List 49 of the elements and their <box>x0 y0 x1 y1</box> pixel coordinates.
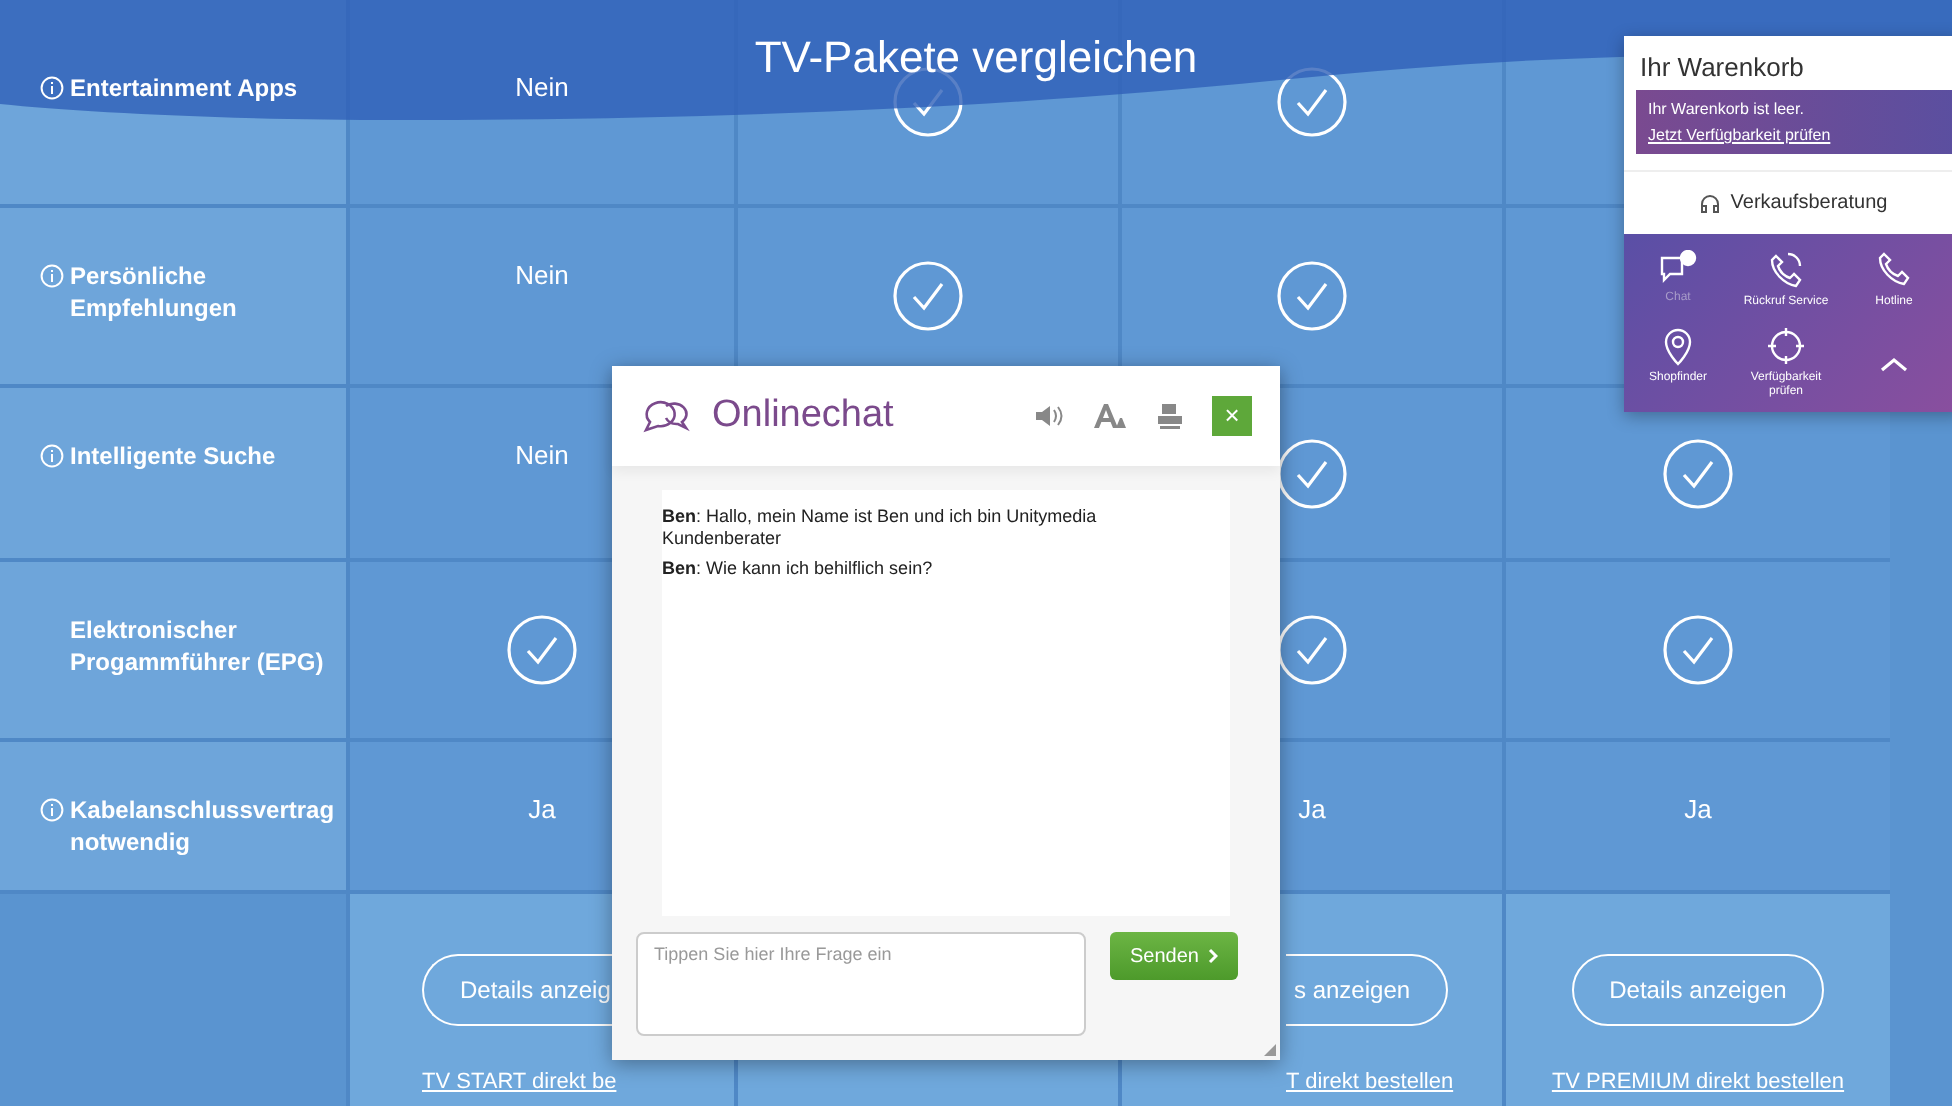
printer-icon[interactable] <box>1156 402 1184 430</box>
phone-icon <box>1768 250 1804 290</box>
details-button[interactable]: Details anzeigen <box>1571 953 1825 1025</box>
row-label: Intelligente Suche <box>70 440 276 472</box>
caret-up-icon[interactable] <box>1880 355 1908 371</box>
cell-value: Nein <box>515 440 569 470</box>
chat-message: Ben: Wie kann ich behilflich sein? <box>662 558 935 580</box>
info-icon[interactable] <box>40 444 64 468</box>
row-label: Persönliche Empfehlungen <box>70 260 239 324</box>
cart-title: Ihr Warenkorb <box>1638 50 1806 86</box>
font-size-icon[interactable] <box>1092 402 1128 430</box>
check-icon <box>892 260 964 332</box>
close-button[interactable]: × <box>1212 396 1252 436</box>
crosshair-icon <box>1766 326 1806 366</box>
headset-icon <box>1700 193 1721 213</box>
cell-value: Nein <box>515 260 569 290</box>
order-link[interactable]: T direkt bestellen <box>1286 1069 1454 1093</box>
check-icon <box>1662 437 1734 509</box>
speech-bubbles-icon <box>640 396 692 436</box>
row-label: Elektronischer Progammführer (EPG) <box>68 614 326 678</box>
speaker-icon[interactable] <box>1034 404 1064 428</box>
cell-value: Ja <box>528 794 556 824</box>
order-link[interactable]: TV PREMIUM direkt bestellen <box>1551 1069 1845 1093</box>
availability-link[interactable]: Jetzt Verfügbarkeit prüfen <box>1648 126 1952 144</box>
chevron-right-icon <box>1208 948 1219 964</box>
resize-grip-icon[interactable] <box>1264 1044 1276 1056</box>
location-pin-icon <box>1662 326 1694 366</box>
message-field[interactable]: Tippen Sie hier Ihre Frage ein <box>636 932 1086 1036</box>
sales-advice-label[interactable]: Verkaufsberatung <box>1730 192 1888 214</box>
details-button[interactable]: s anzeigen <box>1286 953 1449 1025</box>
chat-message: Ben: Hallo, mein Name ist Ben und ich bin Unitymedia Kundenberater <box>662 506 1099 550</box>
order-link[interactable]: TV START direkt be <box>422 1069 617 1093</box>
check-icon <box>1276 260 1348 332</box>
chat-icon <box>1658 250 1698 286</box>
send-button[interactable]: Senden <box>1110 932 1239 980</box>
check-icon <box>1662 614 1734 686</box>
cell-value: Ja <box>1684 794 1712 824</box>
info-icon[interactable] <box>40 76 64 100</box>
cart-empty-text: Ihr Warenkorb ist leer. <box>1648 100 1806 118</box>
cell-value: Nein <box>515 72 569 102</box>
page-title: TV-Pakete vergleichen <box>754 32 1198 84</box>
chat-title: Onlinechat <box>712 394 896 438</box>
info-icon[interactable] <box>40 264 64 288</box>
cell-value: Ja <box>1298 794 1326 824</box>
row-label: Kabelanschlussvertrag notwendig <box>70 794 335 858</box>
info-icon[interactable] <box>40 798 64 822</box>
row-label: Entertainment Apps <box>70 72 298 104</box>
phone-icon <box>1876 250 1912 290</box>
check-icon <box>506 614 578 686</box>
